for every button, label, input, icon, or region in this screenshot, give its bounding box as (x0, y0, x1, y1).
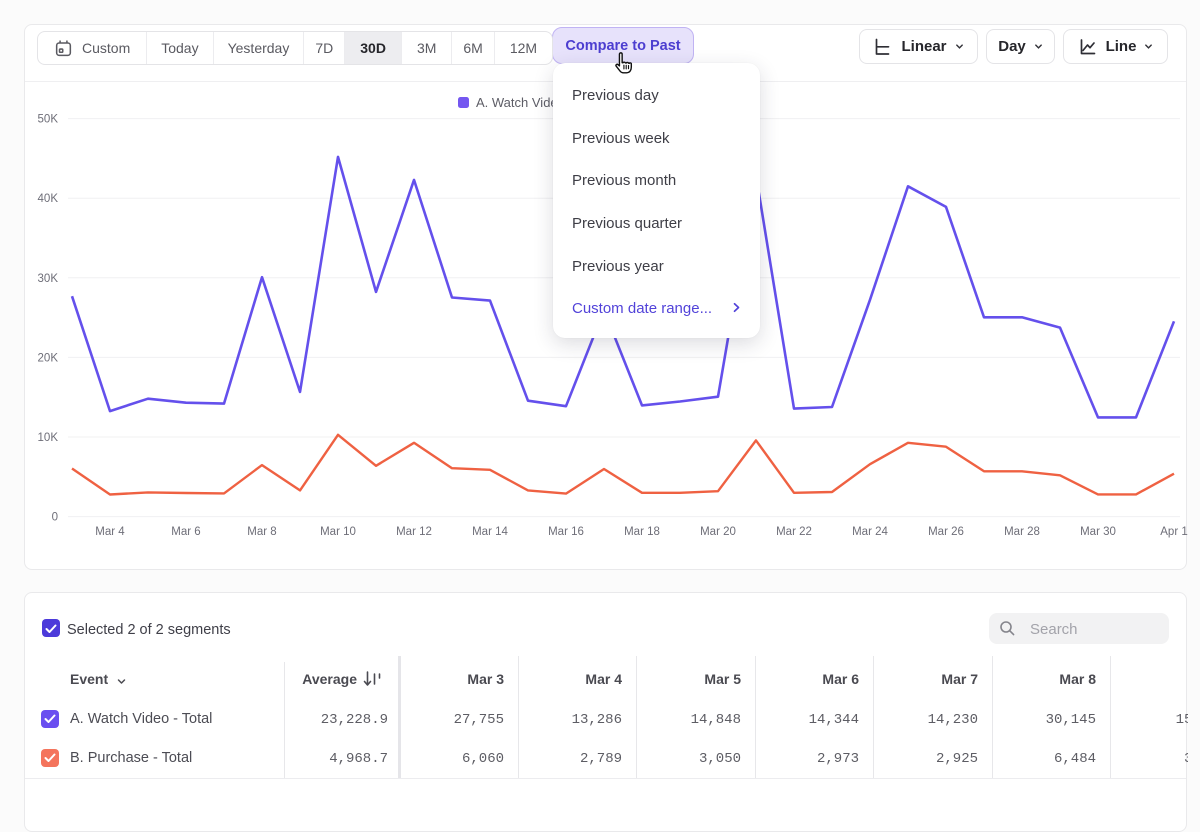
svg-text:Mar 4: Mar 4 (95, 526, 125, 538)
svg-text:50K: 50K (38, 114, 59, 126)
svg-text:Mar 16: Mar 16 (548, 526, 584, 538)
svg-text:Mar 20: Mar 20 (700, 526, 736, 538)
svg-text:Mar 8: Mar 8 (247, 526, 276, 538)
svg-text:20K: 20K (38, 352, 59, 364)
svg-text:Mar 30: Mar 30 (1080, 526, 1116, 538)
svg-text:Mar 26: Mar 26 (928, 526, 964, 538)
svg-text:10K: 10K (38, 432, 59, 444)
svg-text:30K: 30K (38, 273, 59, 285)
svg-text:0: 0 (52, 512, 58, 524)
svg-text:Mar 14: Mar 14 (472, 526, 508, 538)
svg-text:Mar 24: Mar 24 (852, 526, 888, 538)
svg-text:Mar 6: Mar 6 (171, 526, 200, 538)
svg-text:Apr 1: Apr 1 (1160, 526, 1188, 538)
svg-text:Mar 12: Mar 12 (396, 526, 432, 538)
svg-text:40K: 40K (38, 193, 59, 205)
svg-text:Mar 10: Mar 10 (320, 526, 356, 538)
svg-text:Mar 22: Mar 22 (776, 526, 812, 538)
svg-text:Mar 28: Mar 28 (1004, 526, 1040, 538)
svg-text:Mar 18: Mar 18 (624, 526, 660, 538)
